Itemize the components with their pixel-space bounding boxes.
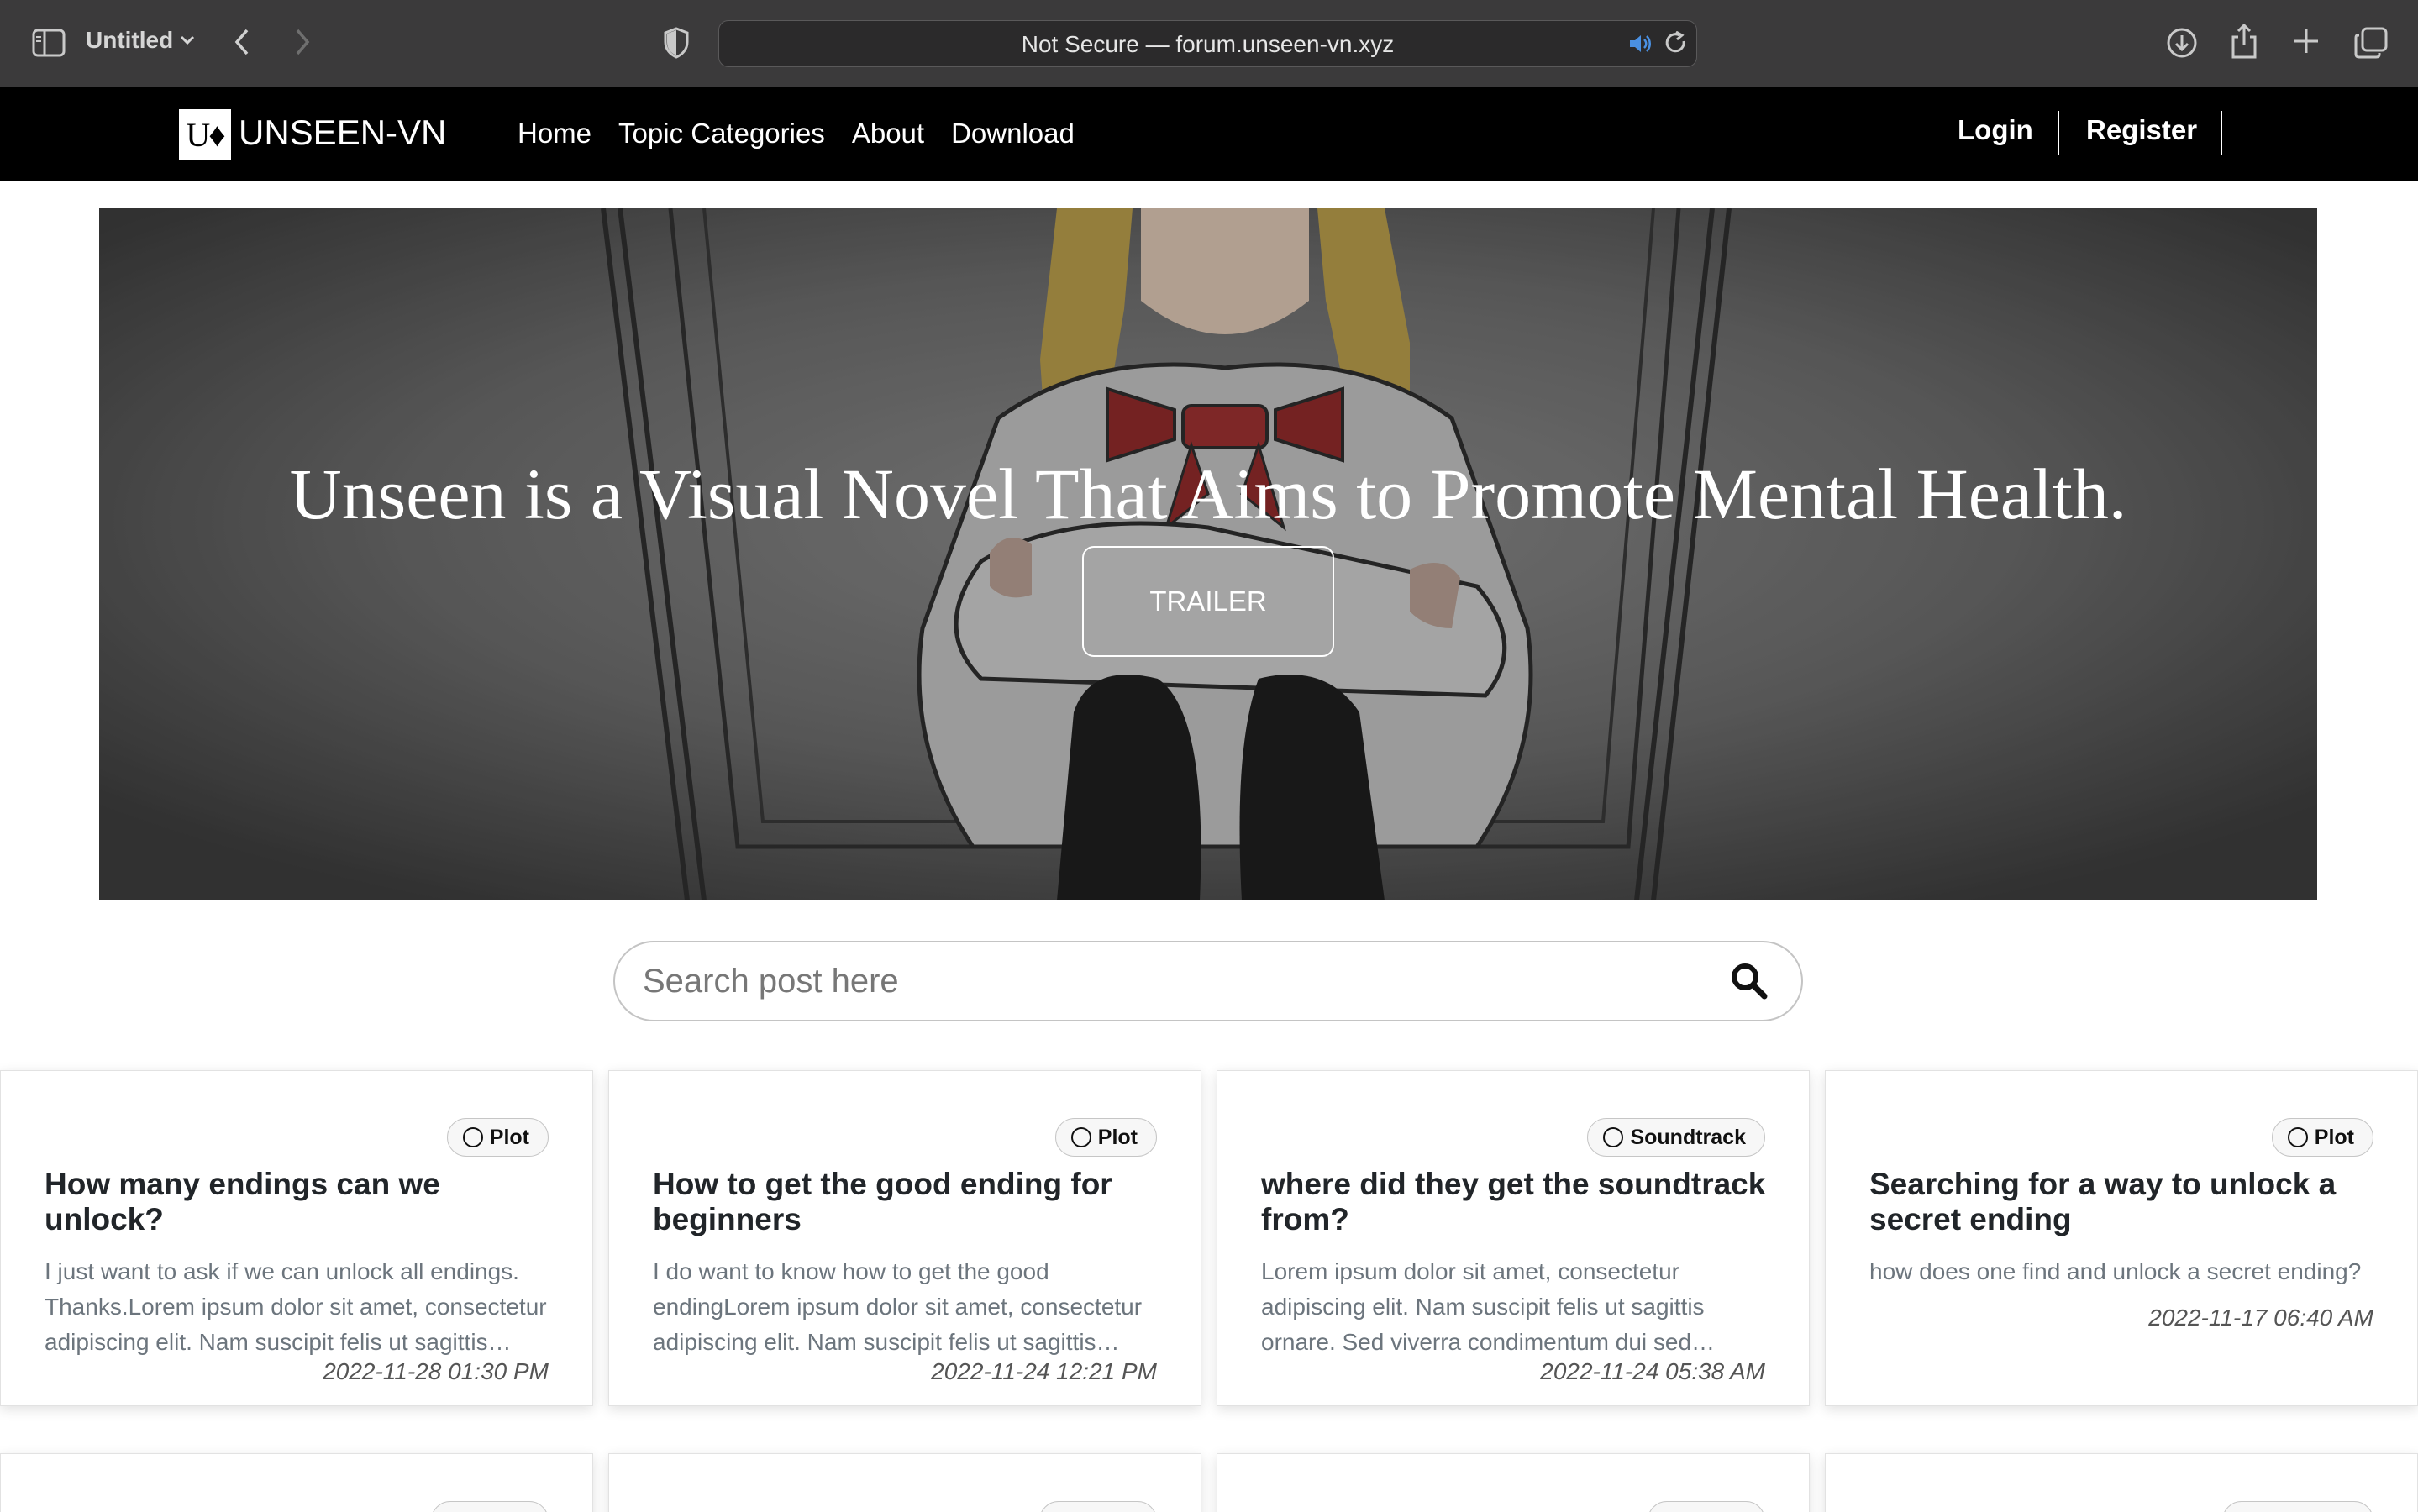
- new-tab-icon[interactable]: [2292, 27, 2321, 55]
- post-tag: Plot: [1097, 1125, 1138, 1149]
- post-excerpt: Lorem ipsum dolor sit amet, consectetur …: [1261, 1258, 1716, 1355]
- nav-home[interactable]: Home: [518, 118, 591, 150]
- nav-about[interactable]: About: [852, 118, 924, 150]
- post-tag-badge[interactable]: Plot: [2271, 1118, 2373, 1157]
- hero-title: Unseen is a Visual Novel That Aims to Pr…: [289, 454, 2127, 534]
- post-card-partial[interactable]: [0, 1453, 593, 1512]
- search-placeholder: Search post here: [643, 963, 899, 1000]
- register-link[interactable]: Register: [2086, 114, 2197, 146]
- post-date: 2022-11-24 12:21 PM: [931, 1358, 1157, 1384]
- address-bar[interactable]: Not Secure — forum.unseen-vn.xyz: [718, 20, 1697, 67]
- search-icon[interactable]: [1729, 961, 1768, 1004]
- auth-divider-end: [2221, 111, 2222, 155]
- browser-toolbar: Untitled Not Secure — forum.unseen-vn.xy…: [0, 0, 2418, 87]
- login-link[interactable]: Login: [1958, 114, 2033, 146]
- circle-icon: [2287, 1127, 2308, 1147]
- post-excerpt: I just want to ask if we can unlock all …: [45, 1258, 547, 1355]
- post-tag-badge[interactable]: [431, 1501, 549, 1512]
- circle-icon: [1603, 1127, 1624, 1147]
- post-tag-badge[interactable]: [2222, 1501, 2373, 1512]
- auth-divider: [2058, 111, 2059, 155]
- tab-overview-icon[interactable]: [2354, 27, 2388, 59]
- tab-group-selector[interactable]: Untitled: [86, 27, 195, 54]
- privacy-shield-icon[interactable]: [664, 27, 689, 59]
- post-card[interactable]: Plot Searching for a way to unlock a sec…: [1825, 1070, 2418, 1406]
- post-title[interactable]: where did they get the soundtrack from?: [1261, 1167, 1775, 1237]
- trailer-button[interactable]: TRAILER: [1082, 546, 1334, 657]
- logo-mark: U♦: [186, 115, 225, 154]
- reload-icon[interactable]: [1664, 31, 1688, 56]
- post-tag-badge[interactable]: Soundtrack: [1587, 1118, 1765, 1157]
- back-icon[interactable]: [232, 27, 252, 57]
- nav-topic-categories[interactable]: Topic Categories: [618, 118, 825, 150]
- tab-group-title: Untitled: [86, 27, 174, 53]
- post-card-partial[interactable]: [1825, 1453, 2418, 1512]
- post-excerpt: how does one find and unlock a secret en…: [1869, 1258, 2362, 1284]
- site-navbar: U♦ UNSEEN-VN Home Topic Categories About…: [0, 87, 2418, 181]
- hero-banner: Unseen is a Visual Novel That Aims to Pr…: [99, 208, 2317, 900]
- forward-icon[interactable]: [292, 27, 313, 57]
- search-input[interactable]: Search post here: [613, 941, 1803, 1021]
- post-tag: Plot: [489, 1125, 529, 1149]
- post-card-partial[interactable]: [608, 1453, 1201, 1512]
- post-card-partial[interactable]: [1217, 1453, 1810, 1512]
- post-date: 2022-11-28 01:30 PM: [323, 1358, 549, 1384]
- post-tag-badge[interactable]: [1039, 1501, 1157, 1512]
- chevron-down-icon: [181, 35, 195, 45]
- post-tag-badge[interactable]: Plot: [1054, 1118, 1157, 1157]
- sidebar-toggle-icon[interactable]: [32, 29, 66, 57]
- circle-icon: [462, 1127, 483, 1147]
- site-brand[interactable]: UNSEEN-VN: [239, 113, 446, 153]
- main-nav: Home Topic Categories About Download: [518, 118, 1075, 150]
- post-excerpt: I do want to know how to get the good en…: [653, 1258, 1143, 1355]
- post-tag-badge[interactable]: Plot: [446, 1118, 549, 1157]
- post-tag: Plot: [2314, 1125, 2354, 1149]
- post-card[interactable]: Plot How to get the good ending for begi…: [608, 1070, 1201, 1406]
- url-text: Not Secure — forum.unseen-vn.xyz: [1021, 31, 1395, 57]
- post-tag-badge[interactable]: [1648, 1501, 1765, 1512]
- speaker-icon[interactable]: [1628, 33, 1653, 55]
- nav-download[interactable]: Download: [951, 118, 1075, 150]
- post-date: 2022-11-17 06:40 AM: [2148, 1305, 2373, 1331]
- share-icon[interactable]: [2230, 24, 2258, 59]
- downloads-icon[interactable]: [2166, 27, 2198, 59]
- post-card[interactable]: Plot How many endings can we unlock? I j…: [0, 1070, 593, 1406]
- post-card[interactable]: Soundtrack where did they get the soundt…: [1217, 1070, 1810, 1406]
- post-tag: Soundtrack: [1630, 1125, 1746, 1149]
- post-title[interactable]: How many endings can we unlock?: [45, 1167, 559, 1237]
- circle-icon: [1070, 1127, 1091, 1147]
- post-title[interactable]: Searching for a way to unlock a secret e…: [1869, 1167, 2384, 1237]
- site-logo[interactable]: U♦: [179, 109, 231, 160]
- post-date: 2022-11-24 05:38 AM: [1540, 1358, 1765, 1384]
- post-title[interactable]: How to get the good ending for beginners: [653, 1167, 1167, 1237]
